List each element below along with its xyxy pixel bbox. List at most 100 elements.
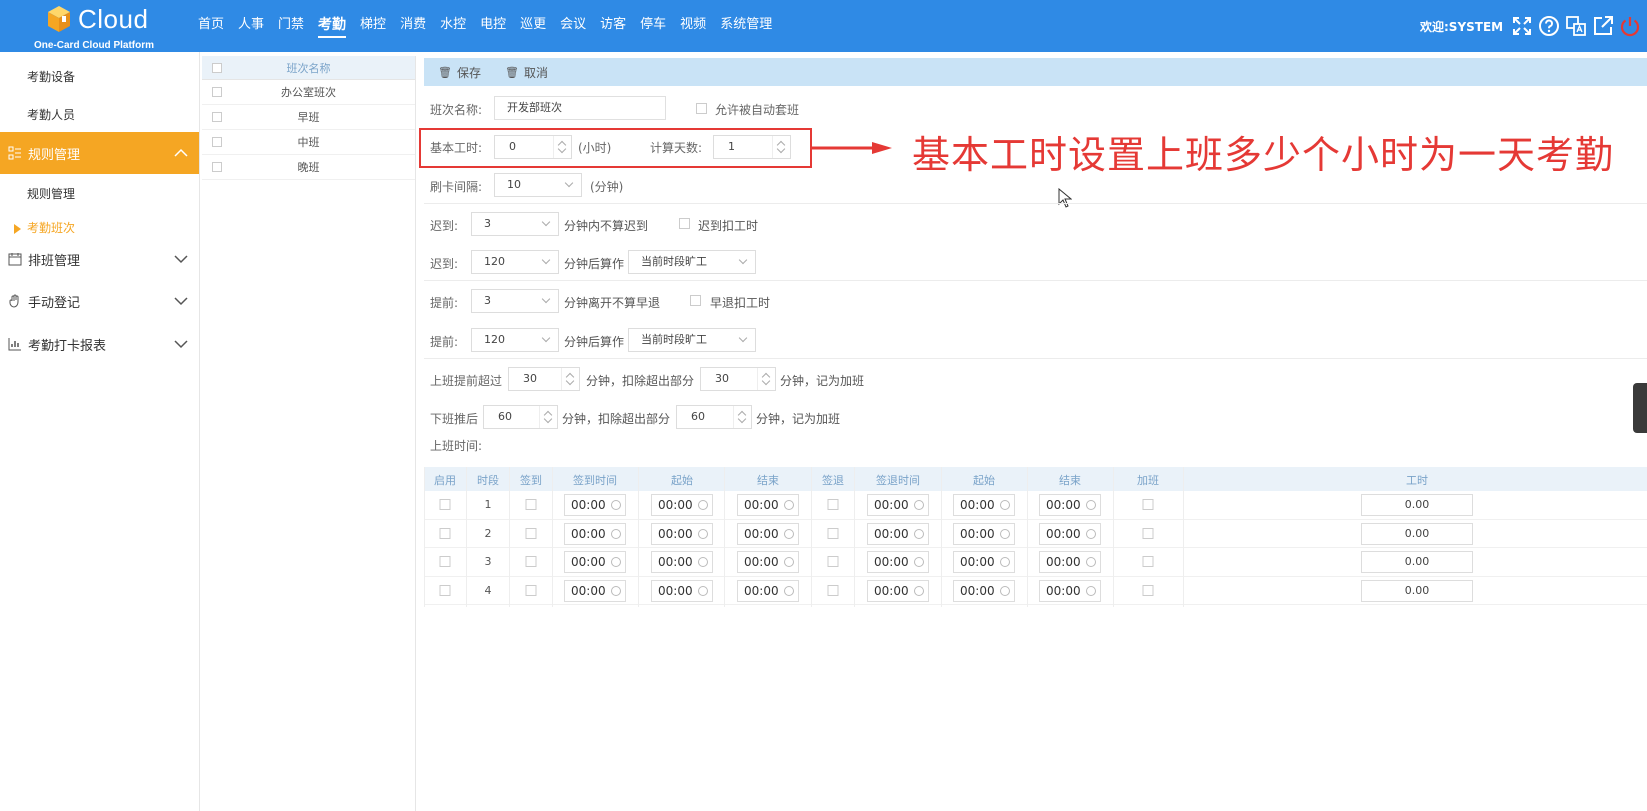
stepper-arrows-icon[interactable] [757,368,775,390]
list-item[interactable]: 晚班 [202,155,415,180]
checkin-time-input[interactable]: 00:00 [564,522,626,545]
nav-item-parking[interactable]: 停车 [640,16,666,38]
nav-item-patrol[interactable]: 巡更 [520,16,546,38]
end2-time-input[interactable]: 00:00 [1039,522,1101,545]
sidebar-item-rule-management[interactable]: 规则管理 [27,185,75,202]
row-checkbox[interactable] [212,112,222,122]
checkin-time-input[interactable]: 00:00 [564,551,626,573]
checkin-checkbox[interactable] [525,527,537,539]
row-checkbox[interactable] [212,87,222,97]
start2-time-input[interactable]: 00:00 [953,494,1015,516]
nav-item-visitor[interactable]: 访客 [600,16,626,38]
hours-input[interactable]: 0.00 [1361,494,1473,516]
end2-time-input[interactable]: 00:00 [1039,579,1101,602]
sidebar-group-manual-register[interactable]: 手动登记 [0,280,199,322]
overtime-checkbox[interactable] [1142,499,1154,510]
translate-icon[interactable] [1564,14,1588,38]
late2-result-select[interactable]: 当前时段旷工 [628,250,756,274]
ot-before-stepper[interactable]: 30 [508,367,580,391]
hours-input[interactable]: 0.00 [1361,551,1473,573]
nav-item-home[interactable]: 首页 [198,16,224,38]
nav-item-power[interactable]: 电控 [480,16,506,38]
ot-after-stepper[interactable]: 60 [483,405,558,429]
checkin-checkbox[interactable] [525,584,537,596]
cancel-button[interactable]: 🗑 取消 [505,64,548,81]
row-checkbox[interactable] [212,162,222,172]
nav-item-consumption[interactable]: 消费 [400,16,426,38]
start2-time-input[interactable]: 00:00 [953,551,1015,573]
checkout-time-input[interactable]: 00:00 [867,551,929,573]
late2-minutes-select[interactable]: 120 [471,250,559,274]
stepper-arrows-icon[interactable] [733,406,751,428]
enable-checkbox[interactable] [439,584,451,596]
start1-time-input[interactable]: 00:00 [651,494,713,516]
auto-apply-checkbox[interactable] [696,103,707,114]
nav-item-elevator[interactable]: 梯控 [360,16,386,38]
overtime-checkbox[interactable] [1142,556,1154,567]
help-icon[interactable] [1537,14,1561,38]
nav-item-water[interactable]: 水控 [440,16,466,38]
fullscreen-icon[interactable] [1510,14,1534,38]
sidebar-group-report[interactable]: 考勤打卡报表 [0,323,199,365]
start2-time-input[interactable]: 00:00 [953,522,1015,545]
checkout-checkbox[interactable] [827,499,839,510]
panel-toggle-handle[interactable] [1633,383,1647,433]
select-all-checkbox[interactable] [212,62,222,73]
checkout-time-input[interactable]: 00:00 [867,579,929,602]
end1-time-input[interactable]: 00:00 [737,579,799,602]
early-minutes-select[interactable]: 3 [471,289,559,313]
end1-time-input[interactable]: 00:00 [737,551,799,573]
hours-input[interactable]: 0.00 [1361,579,1473,602]
end2-time-input[interactable]: 00:00 [1039,551,1101,573]
stepper-arrows-icon[interactable] [561,368,579,390]
early2-minutes-select[interactable]: 120 [471,328,559,352]
end1-time-input[interactable]: 00:00 [737,522,799,545]
nav-item-meeting[interactable]: 会议 [560,16,586,38]
start1-time-input[interactable]: 00:00 [651,522,713,545]
overtime-checkbox[interactable] [1142,527,1154,539]
external-link-icon[interactable] [1591,14,1615,38]
checkin-checkbox[interactable] [525,499,537,510]
nav-item-video[interactable]: 视频 [680,16,706,38]
enable-checkbox[interactable] [439,556,451,567]
hours-input[interactable]: 0.00 [1361,522,1473,545]
ot-after-stepper-2[interactable]: 60 [676,405,752,429]
sidebar-item-attendance-device[interactable]: 考勤设备 [27,68,75,85]
checkout-checkbox[interactable] [827,556,839,567]
early2-result-select[interactable]: 当前时段旷工 [628,328,756,352]
checkin-checkbox[interactable] [525,556,537,567]
start2-time-input[interactable]: 00:00 [953,579,1015,602]
checkout-checkbox[interactable] [827,527,839,539]
ot-before-stepper-2[interactable]: 30 [700,367,776,391]
checkout-time-input[interactable]: 00:00 [867,522,929,545]
checkout-time-input[interactable]: 00:00 [867,494,929,516]
checkin-time-input[interactable]: 00:00 [564,494,626,516]
nav-item-hr[interactable]: 人事 [238,16,264,38]
late-minutes-select[interactable]: 3 [471,212,559,236]
start1-time-input[interactable]: 00:00 [651,579,713,602]
sidebar-group-scheduling[interactable]: 排班管理 [0,238,199,280]
list-item[interactable]: 办公室班次 [202,80,415,105]
enable-checkbox[interactable] [439,499,451,510]
swipe-interval-select[interactable]: 10 [494,173,582,197]
checkout-checkbox[interactable] [827,584,839,596]
late-deduct-checkbox[interactable] [679,218,690,229]
sidebar-item-attendance-shift[interactable]: 考勤班次 [14,219,75,236]
power-icon[interactable] [1618,14,1642,38]
end2-time-input[interactable]: 00:00 [1039,494,1101,516]
row-checkbox[interactable] [212,137,222,147]
checkin-time-input[interactable]: 00:00 [564,579,626,602]
sidebar-item-attendance-staff[interactable]: 考勤人员 [27,106,75,123]
save-button[interactable]: 🗑 保存 [438,64,481,81]
enable-checkbox[interactable] [439,527,451,539]
start1-time-input[interactable]: 00:00 [651,551,713,573]
sidebar-group-rules[interactable]: 规则管理 [0,132,199,174]
list-item[interactable]: 中班 [202,130,415,155]
nav-item-access[interactable]: 门禁 [278,16,304,38]
shift-name-input[interactable]: 开发部班次 [494,96,666,120]
early-deduct-checkbox[interactable] [690,295,701,306]
end1-time-input[interactable]: 00:00 [737,494,799,516]
list-item[interactable]: 早班 [202,105,415,130]
nav-item-system[interactable]: 系统管理 [720,16,772,38]
stepper-arrows-icon[interactable] [539,406,557,428]
